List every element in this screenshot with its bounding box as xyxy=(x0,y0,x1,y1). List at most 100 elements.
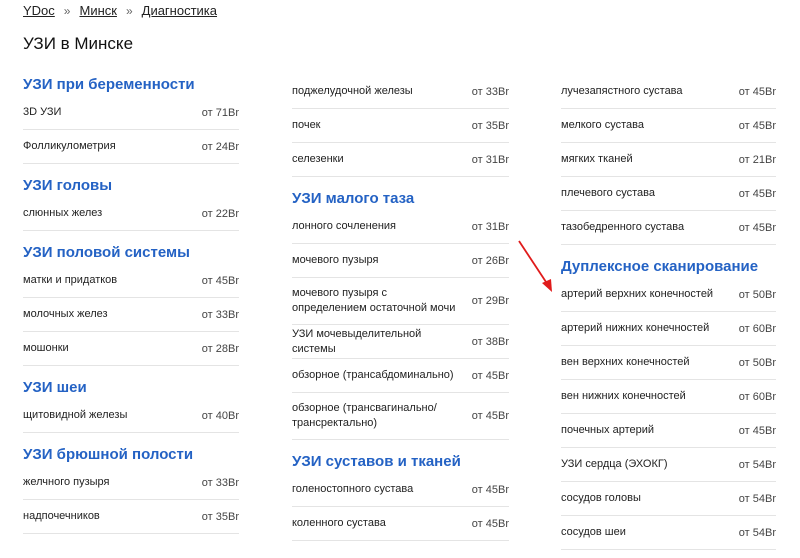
service-price: от 28Br xyxy=(201,342,239,355)
service-price: от 45Br xyxy=(738,221,776,234)
service-row[interactable]: желчного пузыря от 33Br xyxy=(23,466,239,500)
service-price: от 54Br xyxy=(738,526,776,539)
service-price: от 54Br xyxy=(738,492,776,505)
service-name: мочевого пузыря с определением остаточно… xyxy=(292,287,456,314)
service-row[interactable]: УЗИ сердца (ЭХОКГ) от 54Br xyxy=(561,448,776,482)
service-price: от 31Br xyxy=(471,220,509,233)
service-name: артерий нижних конечностей xyxy=(561,322,710,334)
section-title: Дуплексное сканирование xyxy=(561,257,759,275)
service-price: от 45Br xyxy=(738,85,776,98)
service-price: от 60Br xyxy=(738,390,776,403)
service-row[interactable]: артерий нижних конечностей от 60Br xyxy=(561,312,776,346)
service-name: надпочечников xyxy=(23,510,100,522)
service-name: мягких тканей xyxy=(561,153,633,165)
service-row[interactable]: сосудов шеи от 54Br xyxy=(561,516,776,550)
service-price: от 35Br xyxy=(471,119,509,132)
service-row[interactable]: Фолликулометрия от 24Br xyxy=(23,130,239,164)
service-row[interactable]: селезенки от 31Br xyxy=(292,143,509,177)
breadcrumb-separator: » xyxy=(125,3,133,18)
service-row[interactable]: вен верхних конечностей от 50Br xyxy=(561,346,776,380)
service-row[interactable]: матки и придатков от 45Br xyxy=(23,264,239,298)
service-row[interactable]: плечевого сустава от 45Br xyxy=(561,177,776,211)
service-name: матки и придатков xyxy=(23,274,118,286)
service-row[interactable]: сосудов головы от 54Br xyxy=(561,482,776,516)
service-row[interactable]: мелкого сустава от 45Br xyxy=(561,109,776,143)
service-price: от 24Br xyxy=(201,140,239,153)
service-price: от 22Br xyxy=(201,207,239,220)
service-column-3: лучезапястного сустава от 45Br мелкого сус… xyxy=(561,75,776,550)
service-name: обзорное (трансабдоминально) xyxy=(292,369,454,381)
service-row[interactable]: обзорное (трансвагинально/трансректально… xyxy=(292,393,509,440)
service-row[interactable]: мочевого пузыря от 26Br xyxy=(292,244,509,278)
service-name: тазобедренного сустава xyxy=(561,221,685,233)
service-row[interactable]: почек от 35Br xyxy=(292,109,509,143)
service-name: обзорное (трансвагинально/трансректально… xyxy=(292,402,437,429)
service-row[interactable]: мочевого пузыря с определением остаточно… xyxy=(292,278,509,325)
service-name: артерий верхних конечностей xyxy=(561,288,714,300)
breadcrumb: YDoc » Минск » Диагностика xyxy=(23,3,217,18)
section-title: УЗИ брюшной полости xyxy=(23,445,194,463)
service-price: от 29Br xyxy=(471,295,509,307)
service-price: от 38Br xyxy=(471,335,509,348)
breadcrumb-link-ydoc[interactable]: YDoc xyxy=(23,3,55,18)
section-title: УЗИ малого таза xyxy=(292,189,415,207)
service-name: коленного сустава xyxy=(292,517,386,529)
service-price: от 45Br xyxy=(471,369,509,382)
service-row[interactable]: артерий верхних конечностей от 50Br xyxy=(561,278,776,312)
service-name: сосудов шеи xyxy=(561,526,626,538)
service-price: от 71Br xyxy=(201,106,239,119)
breadcrumb-link-diagnostics[interactable]: Диагностика xyxy=(142,3,217,18)
service-row[interactable]: молочных желез от 33Br xyxy=(23,298,239,332)
service-name: поджелудочной железы xyxy=(292,85,413,97)
service-price: от 45Br xyxy=(738,187,776,200)
service-row[interactable]: почечных артерий от 45Br xyxy=(561,414,776,448)
section-title: УЗИ при беременности xyxy=(23,75,195,93)
service-price: от 40Br xyxy=(201,409,239,422)
service-name: вен нижних конечностей xyxy=(561,390,686,402)
breadcrumb-link-minsk[interactable]: Минск xyxy=(79,3,116,18)
service-name: сосудов головы xyxy=(561,492,641,504)
service-row[interactable]: лонного сочленения от 31Br xyxy=(292,210,509,244)
service-price: от 54Br xyxy=(738,458,776,471)
service-row[interactable]: слюнных желез от 22Br xyxy=(23,197,239,231)
service-row[interactable]: обзорное (трансабдоминально) от 45Br xyxy=(292,359,509,393)
service-price: от 50Br xyxy=(738,356,776,369)
service-name: молочных желез xyxy=(23,308,108,320)
service-row[interactable]: мягких тканей от 21Br xyxy=(561,143,776,177)
service-row[interactable]: тазобедренного сустава от 45Br xyxy=(561,211,776,245)
service-row[interactable]: поджелудочной железы от 33Br xyxy=(292,75,509,109)
service-row[interactable]: УЗИ мочевыделительной системы от 38Br xyxy=(292,325,509,359)
service-row[interactable]: щитовидной железы от 40Br xyxy=(23,399,239,433)
service-price: от 31Br xyxy=(471,153,509,166)
service-row[interactable]: лучезапястного сустава от 45Br xyxy=(561,75,776,109)
service-name: плечевого сустава xyxy=(561,187,656,199)
service-price: от 50Br xyxy=(738,288,776,301)
service-name: мелкого сустава xyxy=(561,119,644,131)
service-row[interactable]: вен нижних конечностей от 60Br xyxy=(561,380,776,414)
service-name: 3D УЗИ xyxy=(23,106,62,118)
service-price: от 33Br xyxy=(201,308,239,321)
service-price: от 21Br xyxy=(738,153,776,166)
service-price: от 45Br xyxy=(738,424,776,437)
service-name: вен верхних конечностей xyxy=(561,356,690,368)
breadcrumb-separator: » xyxy=(63,3,71,18)
service-row[interactable]: надпочечников от 35Br xyxy=(23,500,239,534)
service-row[interactable]: мошонки от 28Br xyxy=(23,332,239,366)
service-price: от 45Br xyxy=(471,410,509,422)
service-row[interactable]: голеностопного сустава от 45Br xyxy=(292,473,509,507)
service-price: от 45Br xyxy=(738,119,776,132)
service-name: мошонки xyxy=(23,342,69,354)
service-row[interactable]: коленного сустава от 45Br xyxy=(292,507,509,541)
service-name: желчного пузыря xyxy=(23,476,110,488)
service-price: от 33Br xyxy=(201,476,239,489)
service-price: от 45Br xyxy=(471,517,509,530)
service-name: почечных артерий xyxy=(561,424,655,436)
service-name: лучезапястного сустава xyxy=(561,85,683,97)
service-row[interactable]: 3D УЗИ от 71Br xyxy=(23,96,239,130)
service-column-2: поджелудочной железы от 33Br почек от 35Br с… xyxy=(292,75,509,541)
service-price: от 33Br xyxy=(471,85,509,98)
service-column-1: УЗИ при беременности 3D УЗИ от 71Br Фоллику… xyxy=(23,72,239,534)
annotation-arrow-icon xyxy=(518,240,552,292)
section-title: УЗИ половой системы xyxy=(23,243,190,261)
service-name: селезенки xyxy=(292,153,344,165)
